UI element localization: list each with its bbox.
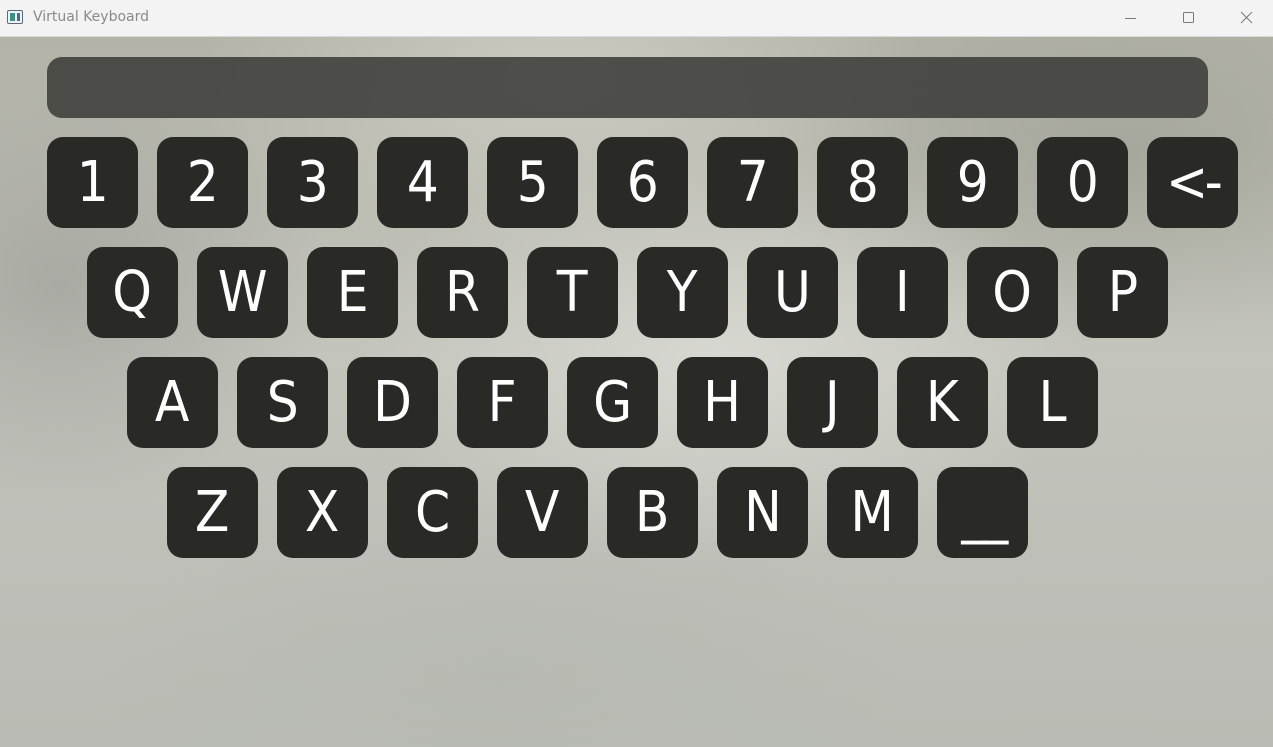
key-label: 7 <box>736 150 769 215</box>
key-r[interactable]: R <box>417 247 508 338</box>
key-label: S <box>266 370 299 435</box>
key-label: E <box>336 260 369 325</box>
key-label: V <box>525 480 560 545</box>
key-label: 9 <box>956 150 989 215</box>
key-n[interactable]: N <box>717 467 808 558</box>
keyboard-canvas: 1 2 3 4 5 6 7 8 9 0 <- Q W E R T Y U I O P A S D F G H J K L Z X C V B N M __ <box>0 37 1273 747</box>
key-y[interactable]: Y <box>637 247 728 338</box>
key-label: <- <box>1165 150 1223 215</box>
key-5[interactable]: 5 <box>487 137 578 228</box>
app-window: Virtual Keyboard 1 2 3 4 5 6 7 8 9 0 <- Q W E R T Y U I O P A… <box>0 0 1273 747</box>
key-label: B <box>635 480 670 545</box>
key-q[interactable]: Q <box>87 247 178 338</box>
app-window-icon <box>7 10 23 24</box>
key-d[interactable]: D <box>347 357 438 448</box>
key-u[interactable]: U <box>747 247 838 338</box>
key-0[interactable]: 0 <box>1037 137 1128 228</box>
key-t[interactable]: T <box>527 247 618 338</box>
key-g[interactable]: G <box>567 357 658 448</box>
key-h[interactable]: H <box>677 357 768 448</box>
key-label: Z <box>195 480 230 545</box>
key-k[interactable]: K <box>897 357 988 448</box>
key-label: 6 <box>626 150 659 215</box>
key-label: X <box>305 480 340 545</box>
key-2[interactable]: 2 <box>157 137 248 228</box>
key-label: G <box>592 370 633 435</box>
key-label: O <box>992 260 1033 325</box>
key-label: 3 <box>296 150 329 215</box>
text-display <box>47 57 1208 118</box>
title-bar[interactable]: Virtual Keyboard <box>0 0 1273 37</box>
key-label: J <box>825 370 840 435</box>
key-label: 1 <box>76 150 109 215</box>
key-label: 5 <box>516 150 549 215</box>
key-label: I <box>895 260 910 325</box>
key-label: T <box>557 260 588 325</box>
key-label: U <box>774 260 811 325</box>
close-icon <box>1240 11 1253 24</box>
key-6[interactable]: 6 <box>597 137 688 228</box>
key-4[interactable]: 4 <box>377 137 468 228</box>
key-label: 4 <box>406 150 439 215</box>
key-label: 0 <box>1066 150 1099 215</box>
key-label: N <box>743 480 782 545</box>
key-label: R <box>444 260 481 325</box>
key-3[interactable]: 3 <box>267 137 358 228</box>
key-1[interactable]: 1 <box>47 137 138 228</box>
key-o[interactable]: O <box>967 247 1058 338</box>
key-label: 2 <box>186 150 219 215</box>
key-label: P <box>1107 260 1138 325</box>
key-c[interactable]: C <box>387 467 478 558</box>
maximize-button[interactable] <box>1159 0 1217 36</box>
key-label: M <box>850 480 895 545</box>
key-label: Q <box>112 260 153 325</box>
key-w[interactable]: W <box>197 247 288 338</box>
key-f[interactable]: F <box>457 357 548 448</box>
key-label: C <box>414 480 451 545</box>
key-label: __ <box>960 480 1008 545</box>
key-8[interactable]: 8 <box>817 137 908 228</box>
key-b[interactable]: B <box>607 467 698 558</box>
key-label: L <box>1038 370 1067 435</box>
key-l[interactable]: L <box>1007 357 1098 448</box>
key-m[interactable]: M <box>827 467 918 558</box>
key-label: F <box>488 370 517 435</box>
key-label: A <box>155 370 190 435</box>
key-7[interactable]: 7 <box>707 137 798 228</box>
key-label: K <box>925 370 960 435</box>
key-e[interactable]: E <box>307 247 398 338</box>
key-s[interactable]: S <box>237 357 328 448</box>
key-label: Y <box>667 260 698 325</box>
minimize-button[interactable] <box>1101 0 1159 36</box>
key-a[interactable]: A <box>127 357 218 448</box>
key-backspace[interactable]: <- <box>1147 137 1238 228</box>
key-label: 8 <box>846 150 879 215</box>
key-label: D <box>373 370 412 435</box>
key-9[interactable]: 9 <box>927 137 1018 228</box>
key-i[interactable]: I <box>857 247 948 338</box>
minimize-icon <box>1125 18 1136 19</box>
key-z[interactable]: Z <box>167 467 258 558</box>
key-label: W <box>217 260 268 325</box>
key-label: H <box>703 370 742 435</box>
key-space[interactable]: __ <box>937 467 1028 558</box>
window-title: Virtual Keyboard <box>33 9 150 25</box>
key-v[interactable]: V <box>497 467 588 558</box>
key-p[interactable]: P <box>1077 247 1168 338</box>
key-x[interactable]: X <box>277 467 368 558</box>
key-j[interactable]: J <box>787 357 878 448</box>
close-button[interactable] <box>1217 0 1273 36</box>
maximize-icon <box>1183 12 1194 23</box>
